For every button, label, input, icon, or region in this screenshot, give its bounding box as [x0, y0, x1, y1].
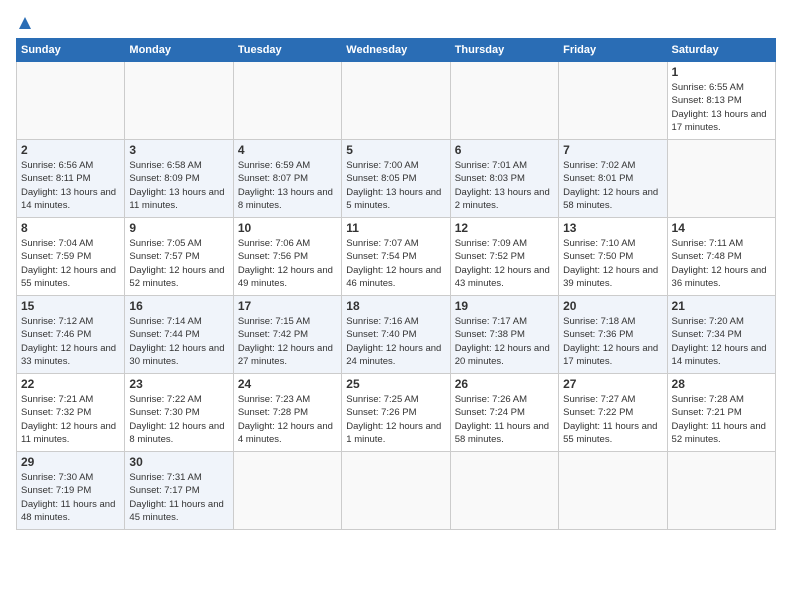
- empty-cell: [450, 452, 558, 530]
- empty-cell: [17, 62, 125, 140]
- calendar-day-25: 25Sunrise: 7:25 AMSunset: 7:26 PMDayligh…: [342, 374, 450, 452]
- calendar-week-5: 22Sunrise: 7:21 AMSunset: 7:32 PMDayligh…: [17, 374, 776, 452]
- empty-cell: [342, 62, 450, 140]
- calendar-day-19: 19Sunrise: 7:17 AMSunset: 7:38 PMDayligh…: [450, 296, 558, 374]
- empty-cell: [233, 452, 341, 530]
- calendar-day-11: 11Sunrise: 7:07 AMSunset: 7:54 PMDayligh…: [342, 218, 450, 296]
- calendar-day-9: 9Sunrise: 7:05 AMSunset: 7:57 PMDaylight…: [125, 218, 233, 296]
- calendar-week-6: 29Sunrise: 7:30 AMSunset: 7:19 PMDayligh…: [17, 452, 776, 530]
- calendar-day-30: 30Sunrise: 7:31 AMSunset: 7:17 PMDayligh…: [125, 452, 233, 530]
- empty-cell: [559, 452, 667, 530]
- calendar-day-18: 18Sunrise: 7:16 AMSunset: 7:40 PMDayligh…: [342, 296, 450, 374]
- calendar-day-12: 12Sunrise: 7:09 AMSunset: 7:52 PMDayligh…: [450, 218, 558, 296]
- calendar-week-3: 8Sunrise: 7:04 AMSunset: 7:59 PMDaylight…: [17, 218, 776, 296]
- empty-cell: [559, 62, 667, 140]
- calendar-day-3: 3Sunrise: 6:58 AMSunset: 8:09 PMDaylight…: [125, 140, 233, 218]
- header: [16, 16, 776, 30]
- empty-cell: [125, 62, 233, 140]
- calendar-day-26: 26Sunrise: 7:26 AMSunset: 7:24 PMDayligh…: [450, 374, 558, 452]
- calendar-day-21: 21Sunrise: 7:20 AMSunset: 7:34 PMDayligh…: [667, 296, 775, 374]
- calendar-day-29: 29Sunrise: 7:30 AMSunset: 7:19 PMDayligh…: [17, 452, 125, 530]
- calendar-week-4: 15Sunrise: 7:12 AMSunset: 7:46 PMDayligh…: [17, 296, 776, 374]
- calendar-day-15: 15Sunrise: 7:12 AMSunset: 7:46 PMDayligh…: [17, 296, 125, 374]
- weekday-saturday: Saturday: [667, 39, 775, 62]
- calendar-day-20: 20Sunrise: 7:18 AMSunset: 7:36 PMDayligh…: [559, 296, 667, 374]
- empty-cell: [342, 452, 450, 530]
- calendar-day-17: 17Sunrise: 7:15 AMSunset: 7:42 PMDayligh…: [233, 296, 341, 374]
- calendar-day-16: 16Sunrise: 7:14 AMSunset: 7:44 PMDayligh…: [125, 296, 233, 374]
- calendar-week-1: 1Sunrise: 6:55 AMSunset: 8:13 PMDaylight…: [17, 62, 776, 140]
- calendar-week-2: 2Sunrise: 6:56 AMSunset: 8:11 PMDaylight…: [17, 140, 776, 218]
- calendar-day-14: 14Sunrise: 7:11 AMSunset: 7:48 PMDayligh…: [667, 218, 775, 296]
- weekday-sunday: Sunday: [17, 39, 125, 62]
- weekday-header-row: SundayMondayTuesdayWednesdayThursdayFrid…: [17, 39, 776, 62]
- calendar-day-4: 4Sunrise: 6:59 AMSunset: 8:07 PMDaylight…: [233, 140, 341, 218]
- weekday-monday: Monday: [125, 39, 233, 62]
- logo: [16, 16, 32, 30]
- calendar-day-27: 27Sunrise: 7:27 AMSunset: 7:22 PMDayligh…: [559, 374, 667, 452]
- empty-cell: [667, 140, 775, 218]
- empty-cell: [450, 62, 558, 140]
- calendar-day-28: 28Sunrise: 7:28 AMSunset: 7:21 PMDayligh…: [667, 374, 775, 452]
- calendar-day-23: 23Sunrise: 7:22 AMSunset: 7:30 PMDayligh…: [125, 374, 233, 452]
- calendar-day-24: 24Sunrise: 7:23 AMSunset: 7:28 PMDayligh…: [233, 374, 341, 452]
- calendar-day-22: 22Sunrise: 7:21 AMSunset: 7:32 PMDayligh…: [17, 374, 125, 452]
- calendar-day-2: 2Sunrise: 6:56 AMSunset: 8:11 PMDaylight…: [17, 140, 125, 218]
- calendar-day-13: 13Sunrise: 7:10 AMSunset: 7:50 PMDayligh…: [559, 218, 667, 296]
- calendar-day-1: 1Sunrise: 6:55 AMSunset: 8:13 PMDaylight…: [667, 62, 775, 140]
- calendar-day-6: 6Sunrise: 7:01 AMSunset: 8:03 PMDaylight…: [450, 140, 558, 218]
- empty-cell: [233, 62, 341, 140]
- empty-cell: [667, 452, 775, 530]
- weekday-thursday: Thursday: [450, 39, 558, 62]
- weekday-friday: Friday: [559, 39, 667, 62]
- calendar-day-10: 10Sunrise: 7:06 AMSunset: 7:56 PMDayligh…: [233, 218, 341, 296]
- weekday-wednesday: Wednesday: [342, 39, 450, 62]
- page: SundayMondayTuesdayWednesdayThursdayFrid…: [0, 0, 792, 612]
- calendar-day-7: 7Sunrise: 7:02 AMSunset: 8:01 PMDaylight…: [559, 140, 667, 218]
- weekday-tuesday: Tuesday: [233, 39, 341, 62]
- calendar-day-5: 5Sunrise: 7:00 AMSunset: 8:05 PMDaylight…: [342, 140, 450, 218]
- calendar-table: SundayMondayTuesdayWednesdayThursdayFrid…: [16, 38, 776, 530]
- calendar-day-8: 8Sunrise: 7:04 AMSunset: 7:59 PMDaylight…: [17, 218, 125, 296]
- logo-icon: [18, 16, 32, 30]
